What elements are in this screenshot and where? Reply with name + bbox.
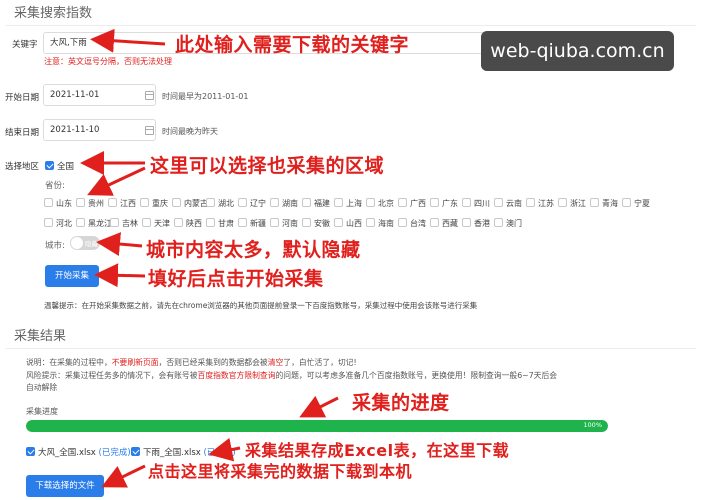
arrow-download [101,464,146,488]
annotation-arrows [80,28,339,488]
arrow-excel [208,437,241,462]
arrow-city [96,232,143,257]
arrow-region-provinces [87,166,146,196]
arrow-keyword [90,28,166,53]
arrow-start [94,263,146,288]
arrow-progress [299,395,339,418]
